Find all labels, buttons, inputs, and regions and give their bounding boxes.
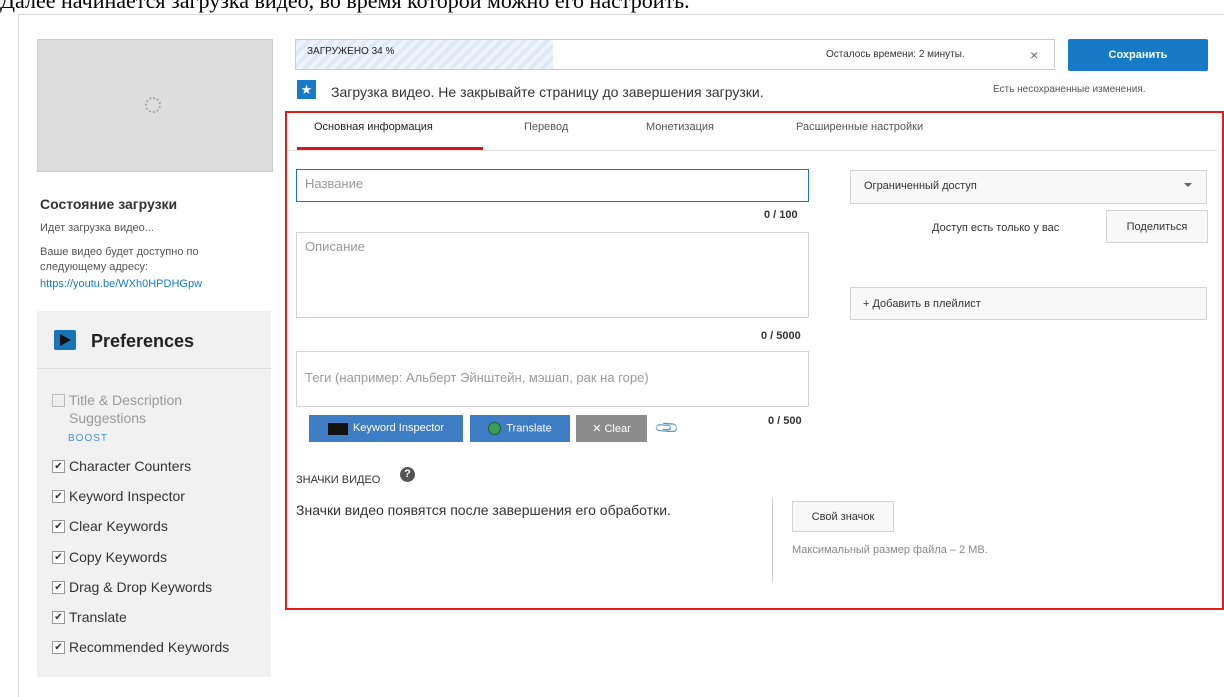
custom-thumbnail-button[interactable]: Свой значок: [792, 501, 894, 532]
translate-checkbox[interactable]: ✔: [52, 611, 65, 624]
add-to-playlist-button[interactable]: + Добавить в плейлист: [850, 287, 1207, 320]
cancel-upload-icon[interactable]: ×: [1030, 47, 1038, 63]
translate-label: Translate: [69, 609, 127, 625]
recommended-keywords-label: Recommended Keywords: [69, 639, 230, 655]
upload-status-line: Идет загрузка видео...: [40, 222, 154, 234]
thumbnails-title: ЗНАЧКИ ВИДЕО: [296, 474, 381, 486]
page-caption: Далее начинается загрузка видео, во врем…: [0, 0, 690, 13]
tags-counter: 0 / 500: [768, 415, 802, 427]
keyword-inspector-button-label: Keyword Inspector: [352, 422, 445, 435]
keyword-inspector-icon: [327, 422, 348, 435]
clear-keywords-checkbox[interactable]: ✔: [52, 520, 65, 533]
description-input[interactable]: Описание: [296, 232, 809, 318]
title-placeholder: Название: [305, 176, 364, 191]
tabs-divider: [287, 150, 1218, 151]
help-icon[interactable]: ?: [400, 467, 415, 482]
globe-icon: [488, 422, 502, 435]
suggestions-label-1: Title & Description: [69, 392, 183, 408]
upload-progress-text: ЗАГРУЖЕНО 34 %: [307, 46, 395, 57]
preferences-title: Preferences: [91, 331, 195, 351]
suggestions-label-2: Suggestions: [69, 410, 147, 426]
available-text-1: Ваше видео будет доступно по: [40, 246, 199, 258]
unsaved-changes-notice: Есть несохраненные изменения.: [993, 84, 1146, 95]
available-text-2: следующему адресу:: [40, 261, 149, 273]
keyword-inspector-label: Keyword Inspector: [69, 488, 185, 504]
translate-button-label: Translate: [506, 422, 552, 435]
dropdown-arrow-icon: [1184, 183, 1192, 187]
recommended-keywords-checkbox[interactable]: ✔: [52, 641, 65, 654]
upload-message: Загрузка видео. Не закрывайте страницу д…: [331, 84, 764, 100]
drag-drop-keywords-label: Drag & Drop Keywords: [69, 579, 213, 595]
drag-drop-keywords-checkbox[interactable]: ✔: [52, 581, 65, 594]
save-button[interactable]: Сохранить: [1068, 39, 1208, 71]
description-placeholder: Описание: [305, 239, 365, 254]
copy-keywords-checkbox[interactable]: ✔: [52, 551, 65, 564]
active-tab-indicator: [297, 147, 483, 150]
description-counter: 0 / 5000: [761, 330, 801, 342]
preferences-divider: [37, 368, 271, 369]
suggestions-checkbox[interactable]: [52, 394, 65, 407]
star-icon: ★: [297, 80, 316, 99]
tags-placeholder: Теги (например: Альберт Эйнштейн, мэшап,…: [305, 370, 649, 385]
thumbnails-message: Значки видео появятся после завершения е…: [296, 502, 671, 518]
character-counters-checkbox[interactable]: ✔: [52, 460, 65, 473]
max-file-size-note: Максимальный размер файла – 2 MB.: [792, 544, 988, 556]
video-url-link[interactable]: https://youtu.be/WXh0HPDHGpw: [40, 278, 202, 290]
keyword-inspector-checkbox[interactable]: ✔: [52, 490, 65, 503]
title-input[interactable]: Название: [296, 169, 809, 202]
keyword-inspector-button[interactable]: Keyword Inspector: [309, 415, 463, 442]
tab-basic-info[interactable]: Основная информация: [314, 121, 433, 133]
tab-translation[interactable]: Перевод: [524, 121, 568, 133]
character-counters-label: Character Counters: [69, 458, 192, 474]
title-counter: 0 / 100: [764, 209, 798, 221]
tab-advanced-settings[interactable]: Расширенные настройки: [796, 121, 923, 133]
preferences-logo-icon: [54, 330, 76, 350]
thumbnails-divider: [772, 498, 773, 582]
upload-status-title: Состояние загрузки: [40, 196, 178, 212]
privacy-select[interactable]: Ограниченный доступ: [850, 170, 1207, 204]
tab-monetization[interactable]: Монетизация: [646, 121, 714, 133]
clear-button[interactable]: ✕ Clear: [576, 415, 647, 442]
translate-button[interactable]: Translate: [470, 415, 570, 442]
access-note: Доступ есть только у вас: [932, 222, 1060, 234]
time-remaining: Осталось времени: 2 минуты.: [826, 49, 965, 60]
copy-keywords-label: Copy Keywords: [69, 549, 168, 565]
boost-badge[interactable]: BOOST: [68, 433, 108, 444]
loading-spinner-icon: [145, 97, 161, 113]
clear-keywords-label: Clear Keywords: [69, 518, 168, 534]
share-button[interactable]: Поделиться: [1106, 210, 1208, 243]
tags-input[interactable]: Теги (например: Альберт Эйнштейн, мэшап,…: [296, 351, 809, 407]
